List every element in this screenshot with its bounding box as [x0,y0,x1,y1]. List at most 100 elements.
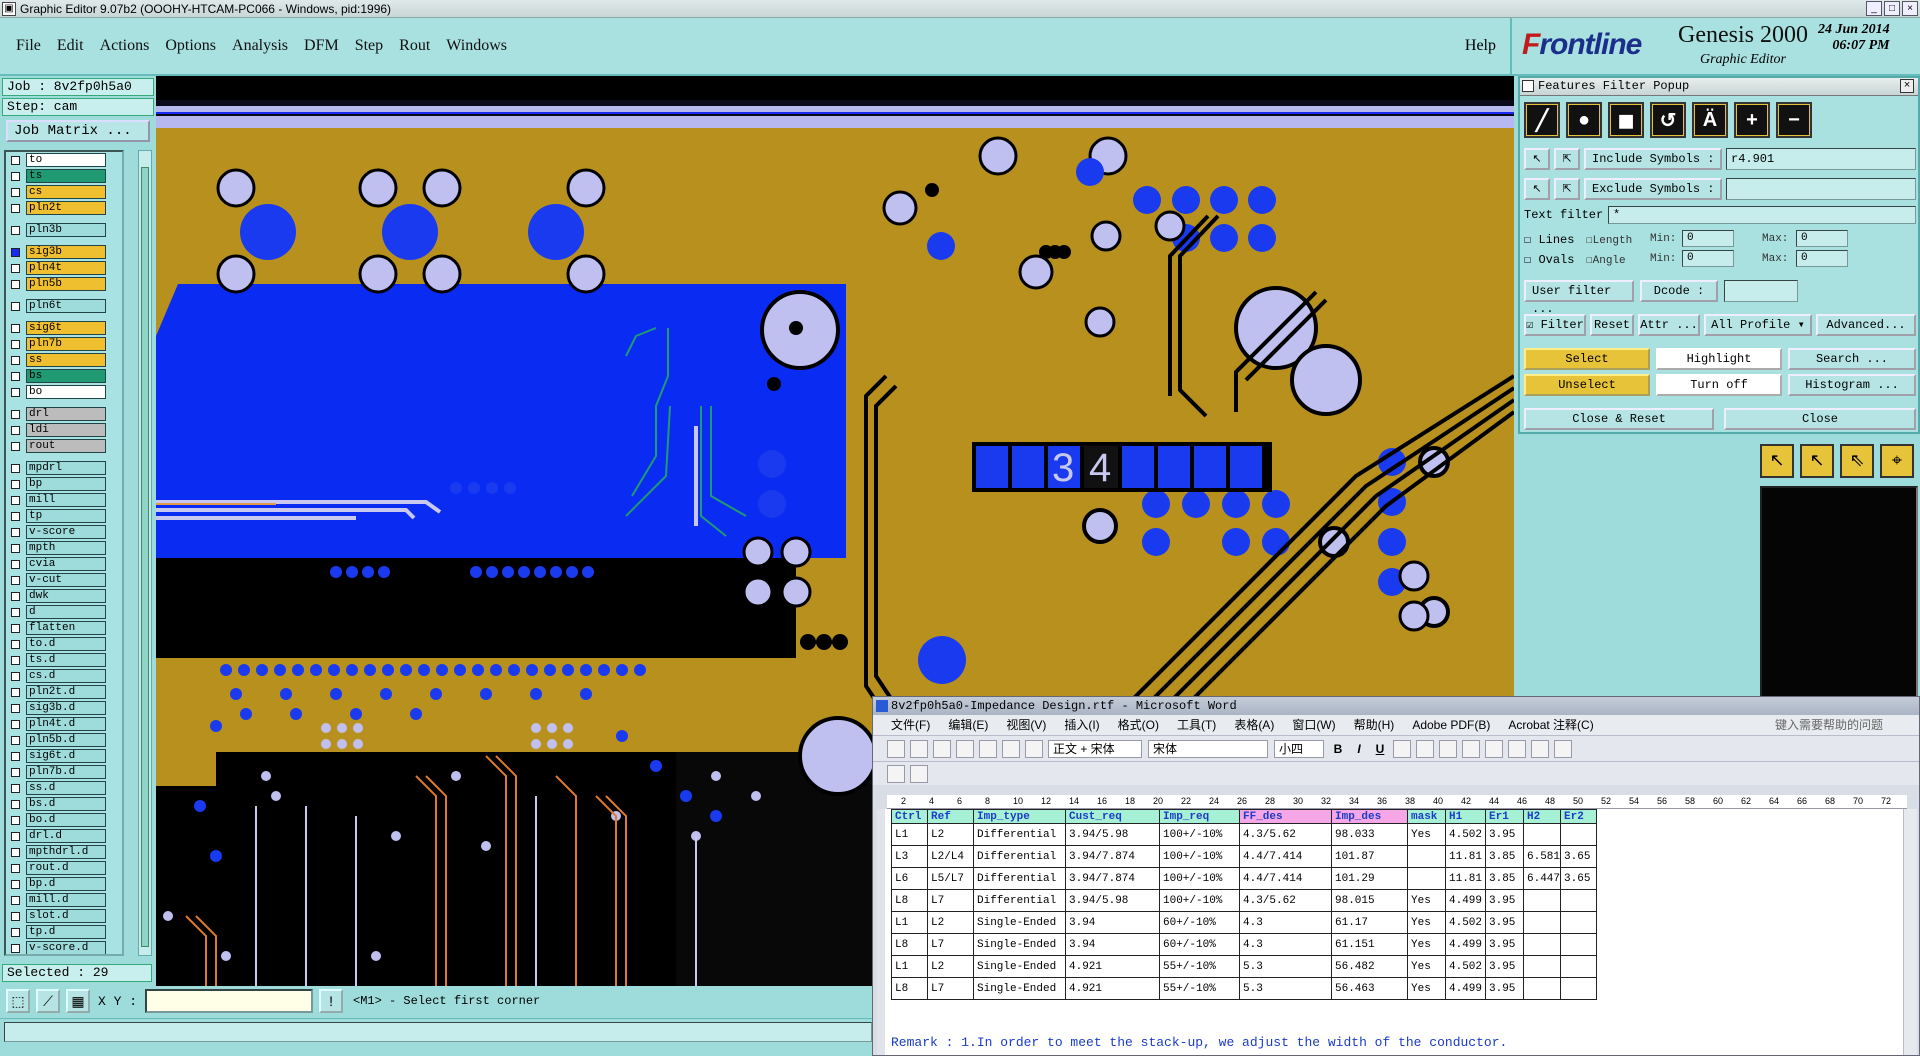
profile-dropdown[interactable]: All Profile ▾ [1704,314,1812,336]
word-scrollbar[interactable] [1903,809,1917,1055]
ovals-checkbox[interactable]: ☐ Ovals [1524,252,1574,267]
highlight-color-icon[interactable] [1531,739,1549,758]
layer-scrollbar[interactable] [138,150,152,956]
layer-row[interactable]: mill.d [6,892,122,908]
layer-row[interactable]: cs.d [6,668,122,684]
lines-checkbox[interactable]: ☐ Lines [1524,232,1574,247]
layer-row[interactable]: sig6t [6,320,122,336]
word-menu-insert[interactable]: 插入(I) [1064,715,1099,735]
layer-name[interactable]: drl.d [26,829,106,843]
layer-name[interactable]: ts [26,169,106,183]
layer-name[interactable]: v-score [26,525,106,539]
layer-checkbox[interactable] [11,527,20,537]
layer-name[interactable]: mpdrl [26,461,106,475]
close-reset-button[interactable]: Close & Reset [1524,408,1714,430]
layer-name[interactable]: pln5b.d [26,733,106,747]
size-select[interactable]: 小四 [1274,739,1324,758]
scrollbar-thumb[interactable] [141,167,149,947]
layer-row[interactable]: sig3b.d [6,700,122,716]
layer-checkbox[interactable] [11,511,20,521]
layer-name[interactable]: pln7b [26,337,106,351]
layer-checkbox[interactable] [11,441,20,451]
bold-icon[interactable]: B [1330,742,1346,756]
word-menu-table[interactable]: 表格(A) [1234,715,1274,735]
layer-row[interactable]: drl [6,406,122,422]
layer-row[interactable]: to [6,152,122,168]
layer-name[interactable]: pln5b [26,277,106,291]
undo-icon[interactable] [1025,739,1043,758]
reset-button[interactable]: Reset [1590,314,1634,336]
layer-checkbox[interactable] [11,495,20,505]
layer-name[interactable]: sig3b [26,245,106,259]
layer-name[interactable]: sig3b.d [26,701,106,715]
layer-row[interactable]: pln3b [6,222,122,238]
layer-name[interactable]: ldi [26,423,106,437]
layer-row[interactable]: bp [6,476,122,492]
layer-name[interactable]: dwk [26,589,106,603]
layer-name[interactable]: mpthdrl.d [26,845,106,859]
exclude-symbols-button[interactable]: Exclude Symbols : [1584,178,1722,200]
angle-checkbox[interactable]: ☐Angle [1586,253,1626,267]
layer-checkbox[interactable] [11,479,20,489]
arc-symbol-button[interactable]: ↺ [1650,102,1686,138]
layer-row[interactable]: slot.d [6,908,122,924]
layer-checkbox[interactable] [11,863,20,873]
layer-name[interactable]: ss [26,353,106,367]
align-left-icon[interactable] [1393,739,1411,758]
layer-row[interactable]: ldi [6,422,122,438]
min-length-input[interactable]: 0 [1682,230,1734,247]
include-pick2-icon[interactable]: ⇱ [1554,148,1580,170]
print-icon[interactable] [956,739,974,758]
highlight-button[interactable]: Highlight [1656,348,1782,370]
layer-row[interactable]: pln4t.d [6,716,122,732]
layer-row[interactable]: rout [6,438,122,454]
layer-row[interactable]: bs [6,368,122,384]
layer-checkbox[interactable] [11,279,20,289]
menu-actions[interactable]: Actions [92,37,158,55]
pointer-tool-icon[interactable]: ↖ [1760,444,1794,478]
unselect-button[interactable]: Unselect [1524,374,1650,396]
layer-name[interactable]: slot.d [26,909,106,923]
pdf-convert-icon[interactable] [887,764,905,783]
layer-name[interactable]: tp [26,509,106,523]
layer-name[interactable]: ts.d [26,653,106,667]
word-menu-file[interactable]: 文件(F) [891,715,930,735]
layer-checkbox[interactable] [11,719,20,729]
numbering-icon[interactable] [1485,739,1503,758]
word-menu-tools[interactable]: 工具(T) [1177,715,1216,735]
layer-name[interactable]: v-score.d [26,941,106,954]
layer-name[interactable]: bs [26,369,106,383]
layer-name[interactable]: sig6t.d [26,749,106,763]
select-pointer-icon[interactable]: ↖ [1800,444,1834,478]
layer-checkbox[interactable] [11,247,20,257]
layer-row[interactable]: d [6,604,122,620]
word-menu-adobe-pdf[interactable]: Adobe PDF(B) [1412,715,1490,735]
layer-checkbox[interactable] [11,371,20,381]
layer-checkbox[interactable] [11,703,20,713]
layer-name[interactable]: cs.d [26,669,106,683]
word-menu-window[interactable]: 窗口(W) [1292,715,1335,735]
layer-name[interactable]: d [26,605,106,619]
advanced-button[interactable]: Advanced... [1816,314,1916,336]
xy-input[interactable] [145,989,314,1013]
layer-row[interactable]: v-cut [6,572,122,588]
layer-name[interactable]: bs.d [26,797,106,811]
close-button[interactable]: Close [1724,408,1916,430]
layer-row[interactable]: v-score.d [6,940,122,954]
layer-checkbox[interactable] [11,263,20,273]
paste-icon[interactable] [1002,739,1020,758]
layer-name[interactable]: v-cut [26,573,106,587]
layer-checkbox[interactable] [11,735,20,745]
negative-polarity-button[interactable]: − [1776,102,1812,138]
layer-name[interactable]: bo [26,385,106,399]
min-angle-input[interactable]: 0 [1682,250,1734,267]
layer-checkbox[interactable] [11,927,20,937]
layer-checkbox[interactable] [11,943,20,953]
user-filter-button[interactable]: User filter ... [1524,280,1634,316]
pad-symbol-button[interactable]: ● [1566,102,1602,138]
text-filter-input[interactable]: * [1608,206,1916,224]
layer-row[interactable]: pln5b.d [6,732,122,748]
align-right-icon[interactable] [1439,739,1457,758]
turn-off-button[interactable]: Turn off [1656,374,1782,396]
layer-checkbox[interactable] [11,751,20,761]
